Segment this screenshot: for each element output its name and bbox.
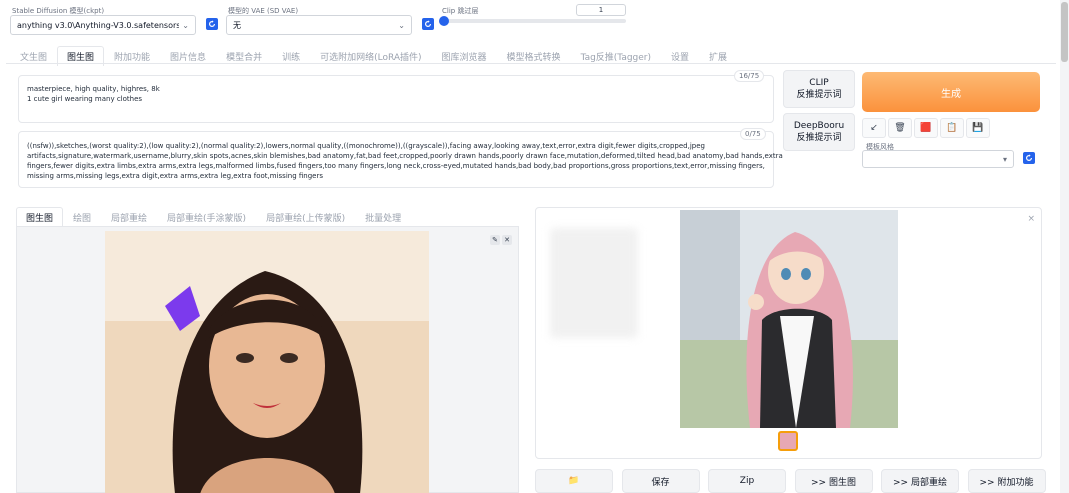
- clip-skip-slider-handle[interactable]: [439, 16, 449, 26]
- output-image: [680, 210, 898, 428]
- vae-select[interactable]: 无 ⌄: [226, 15, 412, 35]
- subtab-5[interactable]: 批量处理: [355, 207, 411, 227]
- clip-button-line-2: 反推提示词: [796, 90, 842, 100]
- vae-select-value: 无: [233, 20, 241, 30]
- negative-prompt-line-3: fingers,fewer digits,extra limbs,extra a…: [27, 162, 765, 170]
- negative-prompt-line-1: ((nsfw)),sketches,(worst quality:2),(low…: [27, 142, 705, 150]
- source-image-panel[interactable]: ✎ ✕: [16, 226, 519, 493]
- open-folder-button[interactable]: 📁: [535, 469, 613, 493]
- clip-skip-slider[interactable]: [439, 16, 626, 26]
- send-to-img2img-button[interactable]: >> 图生图: [794, 469, 873, 493]
- prompt-line-2: 1 cute girl wearing many clothes: [27, 95, 143, 103]
- negative-prompt-token-counter: 0/75: [740, 128, 766, 140]
- refresh-icon[interactable]: [422, 18, 434, 30]
- chevron-down-icon: ▾: [1002, 154, 1007, 164]
- zip-button[interactable]: Zip: [708, 469, 786, 493]
- page-scrollbar-thumb[interactable]: [1061, 2, 1068, 62]
- subtab-0[interactable]: 图生图: [16, 207, 64, 227]
- negative-prompt-line-4: missing arms,missing legs,extra digit,ex…: [27, 172, 323, 180]
- negative-prompt-box[interactable]: ((nsfw)),sketches,(worst quality:2),(low…: [18, 131, 783, 188]
- arrow-icon[interactable]: ↙: [862, 118, 886, 138]
- source-image: [105, 231, 429, 493]
- output-thumbnail[interactable]: [778, 431, 798, 451]
- style-select[interactable]: ▾: [862, 150, 1014, 168]
- subtab-2[interactable]: 局部重绘: [101, 207, 157, 227]
- generate-button[interactable]: 生成: [862, 72, 1040, 112]
- output-gallery-panel[interactable]: ×: [535, 207, 1042, 459]
- clip-button-line-1: CLIP: [809, 78, 829, 88]
- prompt-token-counter: 16/75: [734, 70, 765, 82]
- blurred-thumbnail: [550, 228, 638, 338]
- clipboard-icon[interactable]: 📋: [940, 118, 964, 138]
- clip-interrogate-button[interactable]: CLIP 反推提示词: [783, 70, 855, 108]
- send-to-extras-button[interactable]: >> 附加功能: [967, 469, 1046, 493]
- red-card-icon[interactable]: 🟥: [914, 118, 938, 138]
- save-icon[interactable]: 💾: [966, 118, 990, 138]
- page-scrollbar[interactable]: [1060, 0, 1069, 493]
- refresh-icon[interactable]: [1023, 152, 1035, 164]
- trash-icon[interactable]: 🗑: [888, 118, 912, 138]
- deepbooru-button-line-1: DeepBooru: [793, 121, 845, 131]
- prompt-box[interactable]: masterpiece, high quality, highres, 8k 1…: [18, 75, 774, 123]
- close-icon[interactable]: ×: [1027, 214, 1035, 224]
- send-to-inpaint-button[interactable]: >> 局部重绘: [881, 469, 959, 493]
- close-icon[interactable]: ✕: [502, 235, 512, 245]
- edit-icon[interactable]: ✎: [490, 235, 500, 245]
- clip-skip-label: Clip 跳过层: [442, 7, 479, 15]
- negative-prompt-line-2: artifacts,signature,watermark,username,b…: [27, 152, 783, 160]
- subtab-4[interactable]: 局部重绘(上传蒙版): [256, 207, 355, 227]
- subtab-3[interactable]: 局部重绘(手涂蒙版): [157, 207, 256, 227]
- clip-skip-input[interactable]: 1: [576, 4, 626, 16]
- chevron-down-icon: ⌄: [398, 20, 405, 30]
- refresh-icon[interactable]: [206, 18, 218, 30]
- model-select[interactable]: anything v3.0\Anything-V3.0.safetensors …: [10, 15, 196, 35]
- chevron-down-icon: ⌄: [182, 20, 189, 30]
- img2img-mode-tabs: 图生图 绘图 局部重绘 局部重绘(手涂蒙版) 局部重绘(上传蒙版) 批量处理: [16, 207, 411, 227]
- deepbooru-interrogate-button[interactable]: DeepBooru 反推提示词: [783, 113, 855, 151]
- model-select-value: anything v3.0\Anything-V3.0.safetensors …: [17, 20, 179, 30]
- deepbooru-button-line-2: 反推提示词: [796, 133, 842, 143]
- prompt-line-1: masterpiece, high quality, highres, 8k: [27, 85, 160, 93]
- subtab-1[interactable]: 绘图: [63, 207, 101, 227]
- save-button[interactable]: 保存: [621, 469, 700, 493]
